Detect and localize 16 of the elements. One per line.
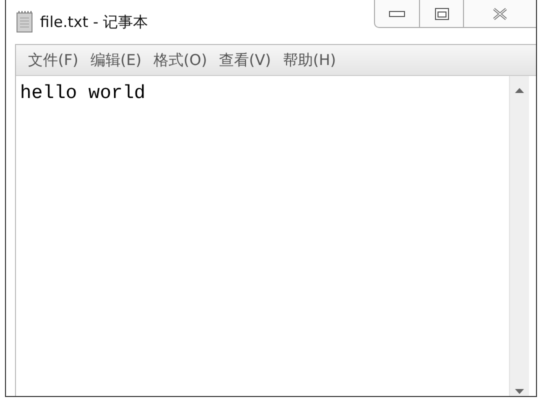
- notepad-icon: [16, 11, 34, 33]
- scroll-up-icon[interactable]: [515, 88, 524, 93]
- menu-item[interactable]: 帮助(H): [279, 48, 344, 72]
- maximize-button[interactable]: [420, 0, 464, 28]
- menu-item[interactable]: 查看(V): [215, 48, 280, 72]
- window-title: file.txt - 记事本: [40, 12, 148, 33]
- menu-item[interactable]: 编辑(E): [86, 48, 150, 72]
- close-icon: [492, 8, 508, 20]
- minimize-icon: [389, 10, 405, 18]
- scroll-down-icon[interactable]: [515, 389, 524, 394]
- menu-item[interactable]: 格式(O): [150, 48, 216, 72]
- text-editor[interactable]: hello world: [16, 76, 509, 396]
- minimize-button[interactable]: [374, 0, 420, 28]
- vertical-scrollbar[interactable]: [509, 76, 529, 396]
- menu-item[interactable]: 文件(F): [24, 48, 86, 72]
- maximize-icon: [434, 8, 448, 20]
